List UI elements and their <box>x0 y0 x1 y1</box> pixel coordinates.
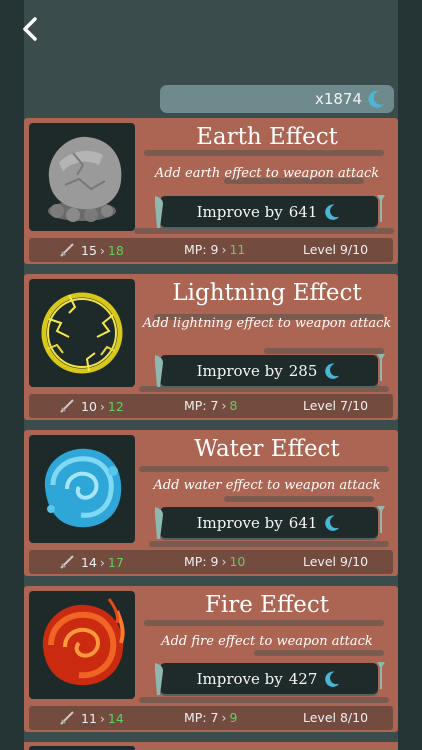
effect-description: Add earth effect to weapon attack <box>154 166 380 181</box>
mp-label: MP: <box>184 554 207 569</box>
improve-cost: 641 <box>288 202 318 221</box>
fire-swirl-icon <box>42 598 125 686</box>
effect-title: Lightning Effect <box>172 280 362 306</box>
effect-level: Level 9/10 <box>303 554 369 569</box>
mp-label: MP: <box>184 710 207 725</box>
effect-title: Fire Effect <box>204 592 330 618</box>
mp-next: 9 <box>229 710 238 725</box>
effect-description: Add lightning effect to weapon attack <box>142 316 392 331</box>
improve-label: Improve by <box>196 513 283 532</box>
improve-button[interactable]: Improve by 285 <box>155 354 385 387</box>
effect-description: Add fire effect to weapon attack <box>161 634 373 649</box>
mp-stat: MP: 7 › 8 <box>184 398 238 413</box>
attack-next: 14 <box>107 711 124 726</box>
mp-label: MP: <box>184 242 207 257</box>
mp-current: 7 <box>210 398 219 413</box>
peg-decoration-icon <box>155 355 163 387</box>
peg-decoration-icon <box>377 195 385 222</box>
mp-current: 7 <box>210 710 219 725</box>
attack-current: 10 <box>81 399 97 414</box>
attack-current: 14 <box>81 555 97 570</box>
mp-current: 9 <box>210 242 219 257</box>
sword-icon <box>60 243 74 257</box>
attack-stat: 14 › 17 <box>59 554 124 570</box>
effect-card-fire: Fire Effect Add fire effect to weapon at… <box>24 586 398 732</box>
sword-icon <box>60 399 74 413</box>
crescent-moon-icon <box>325 204 340 220</box>
peg-decoration-icon <box>377 506 385 533</box>
attack-current: 15 <box>81 243 97 258</box>
mp-stat: MP: 9 › 10 <box>184 554 246 569</box>
mp-current: 9 <box>210 554 219 569</box>
mp-next: 10 <box>229 554 246 569</box>
improve-button[interactable]: Improve by 427 <box>155 662 385 695</box>
attack-next: 12 <box>107 399 124 414</box>
attack-current: 11 <box>81 711 97 726</box>
sword-icon <box>60 555 74 569</box>
effect-card-earth: Earth Effect Add earth effect to weapon … <box>24 118 398 264</box>
effect-level: Level 7/10 <box>303 398 369 413</box>
improve-label: Improve by <box>196 669 283 688</box>
crescent-moon-icon <box>325 515 340 531</box>
chevron-left-icon[interactable] <box>16 14 46 44</box>
improve-label: Improve by <box>196 361 283 380</box>
effect-thumbnail <box>29 591 135 699</box>
peg-decoration-icon <box>155 663 163 695</box>
effects-screen: x1874 Earth Effect Add earth effect to w… <box>0 0 422 750</box>
crescent-moon-icon <box>325 671 340 687</box>
effect-title: Earth Effect <box>196 124 338 150</box>
peg-decoration-icon <box>377 662 385 689</box>
effect-thumbnail <box>29 123 135 231</box>
improve-button[interactable]: Improve by 641 <box>155 506 385 539</box>
peg-decoration-icon <box>155 507 163 539</box>
effect-level: Level 9/10 <box>303 242 369 257</box>
peg-decoration-icon <box>377 354 385 381</box>
sword-icon <box>60 711 74 725</box>
attack-next: 17 <box>107 555 124 570</box>
effect-card-next-partial <box>24 742 398 750</box>
effect-stats-bar: 11 › 14 MP: 7 › 9 Level 8/10 <box>29 706 393 730</box>
effect-stats-bar: 10 › 12 MP: 7 › 8 Level 7/10 <box>29 394 393 418</box>
water-swirl-icon <box>44 448 122 528</box>
effect-stats-bar: 15 › 18 MP: 9 › 11 Level 9/10 <box>29 238 393 262</box>
effect-level: Level 8/10 <box>303 710 369 725</box>
crescent-moon-icon <box>368 90 384 108</box>
currency-balance: x1874 <box>160 85 394 113</box>
attack-next: 18 <box>107 243 124 258</box>
effect-card-lightning: Lightning Effect Add lightning effect to… <box>24 274 398 420</box>
effect-card-water: Water Effect Add water effect to weapon … <box>24 430 398 576</box>
currency-amount: x1874 <box>314 90 362 108</box>
attack-stat: 11 › 14 <box>59 710 124 726</box>
improve-cost: 427 <box>288 669 318 688</box>
effect-title: Water Effect <box>194 436 340 462</box>
effect-thumbnail <box>29 435 135 543</box>
peg-decoration-icon <box>155 196 163 228</box>
mp-stat: MP: 9 › 11 <box>184 242 246 257</box>
improve-label: Improve by <box>196 202 283 221</box>
attack-stat: 10 › 12 <box>59 398 124 414</box>
attack-stat: 15 › 18 <box>59 242 124 258</box>
lightning-ring-icon <box>41 292 123 374</box>
effect-stats-bar: 14 › 17 MP: 9 › 10 Level 9/10 <box>29 550 393 574</box>
improve-button[interactable]: Improve by 641 <box>155 195 385 228</box>
mp-next: 11 <box>229 242 246 257</box>
mp-stat: MP: 7 › 9 <box>184 710 238 725</box>
improve-cost: 641 <box>288 513 318 532</box>
boulder-icon <box>48 136 122 222</box>
mp-label: MP: <box>184 398 207 413</box>
crescent-moon-icon <box>325 363 340 379</box>
improve-cost: 285 <box>288 361 318 380</box>
effect-thumbnail <box>29 746 135 750</box>
effect-thumbnail <box>29 279 135 387</box>
effect-description: Add water effect to weapon attack <box>153 478 381 493</box>
mp-next: 8 <box>229 398 238 413</box>
